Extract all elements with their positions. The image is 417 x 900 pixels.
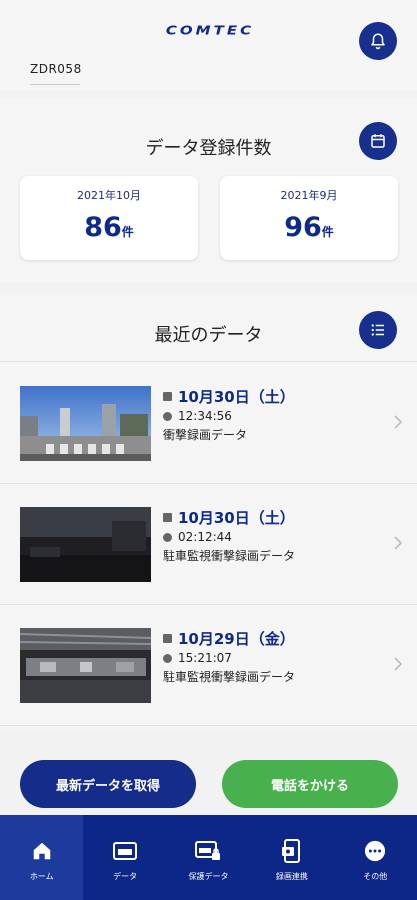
row-info: 10月29日（金） 15:21:07 駐車監視衝撃録画データ — [163, 628, 295, 685]
row-info: 10月30日（土） 12:34:56 衝撃録画データ — [163, 386, 295, 443]
row-date: 10月29日（金） — [178, 630, 295, 648]
row-info: 10月30日（土） 02:12:44 駐車監視衝撃録画データ — [163, 507, 295, 564]
thumbnail-image — [20, 628, 151, 703]
list-icon — [371, 324, 384, 336]
card-count-number: 96 — [284, 212, 322, 243]
recent-header: 最近のデータ — [0, 292, 417, 362]
nav-label: データ — [113, 872, 138, 881]
row-time: 15:21:07 — [178, 651, 232, 665]
protected-data-icon — [194, 839, 222, 863]
count-card-september[interactable]: 2021年9月 96件 — [220, 176, 398, 260]
device-name[interactable]: ZDR058 — [30, 62, 82, 76]
nav-recording-link[interactable]: 録画連携 — [250, 815, 333, 900]
list-item[interactable]: 10月30日（土） 12:34:56 衝撃録画データ — [0, 364, 417, 484]
nav-protected-data[interactable]: 保護データ — [167, 815, 250, 900]
nav-label: その他 — [363, 872, 388, 881]
calendar-button[interactable] — [359, 122, 397, 160]
thumbnail-image — [20, 386, 151, 461]
row-type: 駐車監視衝撃録画データ — [163, 670, 296, 684]
count-card-october[interactable]: 2021年10月 86件 — [20, 176, 198, 260]
card-count-number: 86 — [84, 212, 122, 243]
clock-icon — [163, 532, 172, 542]
calendar-small-icon — [163, 392, 172, 401]
list-button[interactable] — [359, 311, 397, 349]
row-type: 駐車監視衝撃録画データ — [163, 549, 296, 563]
app-header: COMTEC ZDR058 — [0, 0, 417, 90]
calendar-small-icon — [163, 513, 172, 522]
card-count: 86件 — [20, 212, 198, 243]
card-count-unit: 件 — [121, 225, 134, 239]
nav-more[interactable]: その他 — [334, 815, 417, 900]
row-type: 衝撃録画データ — [163, 428, 248, 442]
thumbnail-image — [20, 507, 151, 582]
notification-button[interactable] — [359, 22, 397, 60]
card-month: 2021年10月 — [77, 189, 141, 202]
nav-label: ホーム — [29, 872, 54, 881]
card-count-unit: 件 — [321, 225, 334, 239]
chevron-right-icon — [393, 535, 403, 550]
chevron-right-icon — [393, 414, 403, 429]
card-count: 96件 — [220, 212, 398, 243]
home-icon — [28, 839, 56, 863]
clock-icon — [163, 411, 172, 421]
more-icon — [361, 839, 389, 863]
registration-title: データ登録件数 — [145, 138, 272, 159]
nav-home[interactable]: ホーム — [0, 815, 84, 900]
list-item[interactable]: 10月30日（土） 02:12:44 駐車監視衝撃録画データ — [0, 485, 417, 605]
recent-title: 最近のデータ — [154, 325, 263, 346]
comtec-logo: COMTEC — [165, 22, 255, 38]
card-month: 2021年9月 — [280, 189, 338, 202]
chevron-right-icon — [393, 656, 403, 671]
recent-section: 最近のデータ 10月30日（土） 12:34:56 衝撃録画データ 10月30日… — [0, 292, 417, 732]
list-item[interactable]: 10月29日（金） 15:21:07 駐車監視衝撃録画データ — [0, 606, 417, 726]
get-latest-data-button[interactable]: 最新データを取得 — [20, 760, 196, 808]
device-underline — [30, 84, 80, 85]
recording-link-icon — [278, 839, 306, 863]
row-date: 10月30日（土） — [178, 509, 295, 527]
bottom-nav: ホーム データ 保護データ 録画連携 その他 — [0, 815, 417, 900]
calendar-icon — [371, 134, 385, 148]
nav-label: 保護データ — [188, 872, 229, 881]
calendar-small-icon — [163, 634, 172, 643]
clock-icon — [163, 653, 172, 663]
bell-icon — [371, 33, 385, 50]
data-icon — [111, 839, 139, 863]
registration-section: データ登録件数 2021年10月 86件 2021年9月 96件 — [0, 98, 417, 282]
nav-data[interactable]: データ — [83, 815, 166, 900]
nav-label: 録画連携 — [275, 872, 308, 881]
row-date: 10月30日（土） — [178, 388, 295, 406]
call-button[interactable]: 電話をかける — [222, 760, 398, 808]
row-time: 02:12:44 — [178, 530, 232, 544]
row-time: 12:34:56 — [178, 409, 232, 423]
